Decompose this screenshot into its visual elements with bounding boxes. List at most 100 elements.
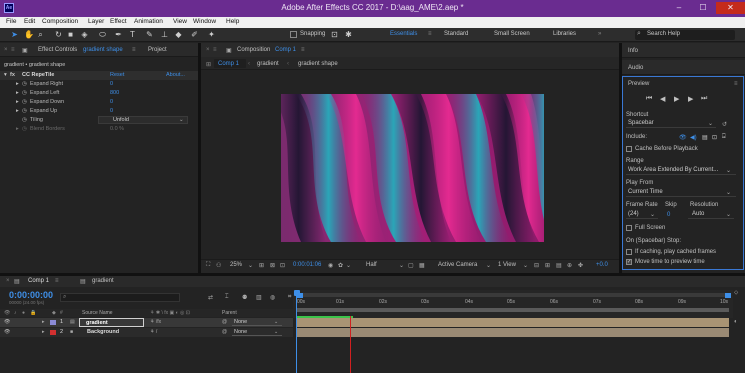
fx-icon[interactable]: fx	[10, 72, 15, 78]
stopwatch-expand-right-icon[interactable]: ◷	[22, 81, 27, 87]
info-panel-title[interactable]: Info	[628, 48, 638, 54]
composition-tab-comp[interactable]: Comp 1	[275, 47, 296, 53]
type-tool-icon[interactable]: T	[128, 30, 137, 39]
menu-edit[interactable]: Edit	[24, 18, 35, 25]
chevron-down-icon[interactable]: ⌄	[399, 262, 404, 269]
tiling-dropdown[interactable]: Unfold ⌄	[98, 116, 188, 124]
camera-tool-icon[interactable]: ■	[66, 30, 75, 39]
camera-snapshot-icon[interactable]: ◉	[328, 262, 333, 269]
include-export-icon[interactable]: ⍈	[722, 134, 726, 141]
frame-rate-dropdown[interactable]: (24) ⌄	[626, 211, 658, 219]
shortcut-dropdown[interactable]: Spacebar ⌄	[626, 120, 716, 128]
prop-expand-left-value[interactable]: 800	[110, 90, 119, 96]
include-video-icon[interactable]: 👁	[679, 134, 687, 141]
selection-tool-icon[interactable]: ➤	[10, 30, 19, 39]
resolution-value[interactable]: Half	[366, 262, 377, 268]
show-channel-icon[interactable]: ✿	[338, 262, 343, 269]
exposure-value[interactable]: +0.0	[596, 262, 608, 268]
transparency-grid-icon[interactable]: ▦	[419, 262, 425, 269]
menu-effect[interactable]: Effect	[110, 18, 127, 25]
stopwatch-expand-down-icon[interactable]: ◷	[22, 99, 27, 105]
preview-menu-icon[interactable]: ≡	[734, 81, 738, 87]
comp-lock-icon[interactable]: ▣	[226, 47, 232, 54]
magnification-value[interactable]: 25%	[230, 262, 242, 268]
layer-duration-bar-background[interactable]	[297, 328, 729, 337]
full-screen-checkbox[interactable]	[626, 225, 632, 231]
info-panel-header[interactable]	[622, 43, 745, 58]
brush-tool-icon[interactable]: ✎	[145, 30, 154, 39]
layer-duration-bar-gradient[interactable]	[297, 318, 729, 327]
comp-tab-menu-icon[interactable]: ≡	[301, 47, 305, 53]
twirl-expand-right-icon[interactable]: ▸	[16, 81, 19, 87]
eraser-tool-icon[interactable]: ◆	[174, 30, 183, 39]
draft-3d-icon[interactable]: ⌶	[225, 294, 229, 301]
chevron-down-icon[interactable]: ⌄	[523, 262, 528, 269]
playhead-line[interactable]	[296, 296, 297, 373]
twirl-expand-up-icon[interactable]: ▸	[16, 108, 19, 114]
stopwatch-expand-left-icon[interactable]: ◷	[22, 90, 27, 96]
parent-header[interactable]: Parent	[222, 310, 237, 316]
timeline-search-field[interactable]: ⌕	[60, 293, 180, 302]
active-camera-value[interactable]: Active Camera	[438, 262, 477, 268]
frame-blending-icon[interactable]: ▥	[256, 294, 262, 301]
workspace-standard[interactable]: Standard	[444, 31, 468, 37]
if-caching-checkbox[interactable]	[626, 249, 632, 255]
twirl-blend-borders-icon[interactable]: ▸	[16, 126, 19, 132]
close-button[interactable]: ✕	[716, 2, 745, 14]
timeline-tab-comp1[interactable]: Comp 1	[28, 278, 49, 284]
pick-whip-icon[interactable]: @	[222, 329, 227, 335]
work-area-bar[interactable]	[297, 308, 729, 312]
include-layer-controls-icon[interactable]: ⊡	[712, 134, 717, 141]
pan-behind-tool-icon[interactable]: ◈	[80, 30, 89, 39]
graph-editor-icon[interactable]: ⌗	[288, 294, 291, 301]
comp-close-tab-icon[interactable]: ×	[206, 47, 210, 53]
previous-frame-icon[interactable]: ◀	[660, 95, 665, 103]
crumb-gradient[interactable]: gradient	[257, 61, 279, 67]
range-dropdown[interactable]: Work Area Extended By Current... ⌄	[626, 167, 736, 175]
twirl-icon[interactable]: ▸	[42, 329, 45, 335]
menu-file[interactable]: File	[6, 18, 16, 25]
workspace-small-screen[interactable]: Small Screen	[494, 31, 530, 37]
pen-tool-icon[interactable]: ✒	[114, 30, 123, 39]
chevron-down-icon[interactable]: ⌄	[248, 262, 253, 269]
view-layout-value[interactable]: 1 View	[498, 262, 516, 268]
pick-whip-icon[interactable]: @	[222, 319, 227, 325]
comp-marker-bin-icon[interactable]: ⬦	[734, 290, 738, 297]
next-frame-icon[interactable]: ▶	[688, 95, 693, 103]
effect-controls-tab-label[interactable]: Effect Controls	[38, 47, 77, 53]
composition-mini-flowchart-icon[interactable]: ⇄	[208, 294, 213, 301]
effect-controls-tab-layer[interactable]: gradient shape	[83, 47, 123, 53]
clone-stamp-tool-icon[interactable]: ⊥	[160, 30, 169, 39]
tab-menu-icon[interactable]: ≡	[132, 47, 136, 53]
crumb-gradient-shape[interactable]: gradient shape	[298, 61, 338, 67]
composition-tab-label[interactable]: Composition	[237, 47, 270, 53]
snapshot-icon[interactable]: ⛶	[206, 262, 210, 269]
prop-expand-up-value[interactable]: 0	[110, 108, 113, 114]
workspace-menu-icon[interactable]: ≡	[428, 31, 432, 37]
exposure-reset-icon[interactable]: ✤	[578, 262, 583, 269]
first-frame-icon[interactable]: ⏮	[646, 95, 652, 103]
twirl-icon[interactable]: ▸	[42, 319, 45, 325]
panel-menu-icon[interactable]: ≡	[11, 47, 15, 53]
layer-switches-icon[interactable]: ⚘ /	[150, 329, 157, 335]
parent-dropdown[interactable]: None ⌄	[232, 329, 282, 336]
layer-name-box[interactable]: gradient	[79, 318, 144, 327]
lock-icon[interactable]: ▣	[22, 47, 28, 54]
resolution-dropdown[interactable]: Auto ⌄	[688, 211, 734, 219]
skip-value[interactable]: 0	[667, 212, 670, 218]
safe-zones-icon[interactable]: ⊞	[259, 262, 264, 269]
motion-blur-icon[interactable]: ◍	[270, 294, 275, 301]
flowchart-icon[interactable]: ⊞	[206, 61, 211, 68]
twirl-expand-down-icon[interactable]: ▸	[16, 99, 19, 105]
twirl-expand-left-icon[interactable]: ▸	[16, 90, 19, 96]
play-icon[interactable]: ▶	[674, 95, 679, 103]
maximize-button[interactable]: ☐	[692, 2, 714, 14]
channel-dropdown-icon[interactable]: ⌄	[346, 262, 351, 269]
toggle-pixel-aspect-icon[interactable]: ⊟	[534, 262, 539, 269]
workspace-essentials[interactable]: Essentials	[390, 31, 417, 37]
stopwatch-expand-up-icon[interactable]: ◷	[22, 108, 27, 114]
effect-reset-link[interactable]: Reset	[110, 72, 124, 78]
play-from-dropdown[interactable]: Current Time ⌄	[626, 189, 736, 197]
mask-visibility-icon[interactable]: ⊡	[280, 262, 285, 269]
snapping-checkbox[interactable]	[290, 31, 297, 38]
